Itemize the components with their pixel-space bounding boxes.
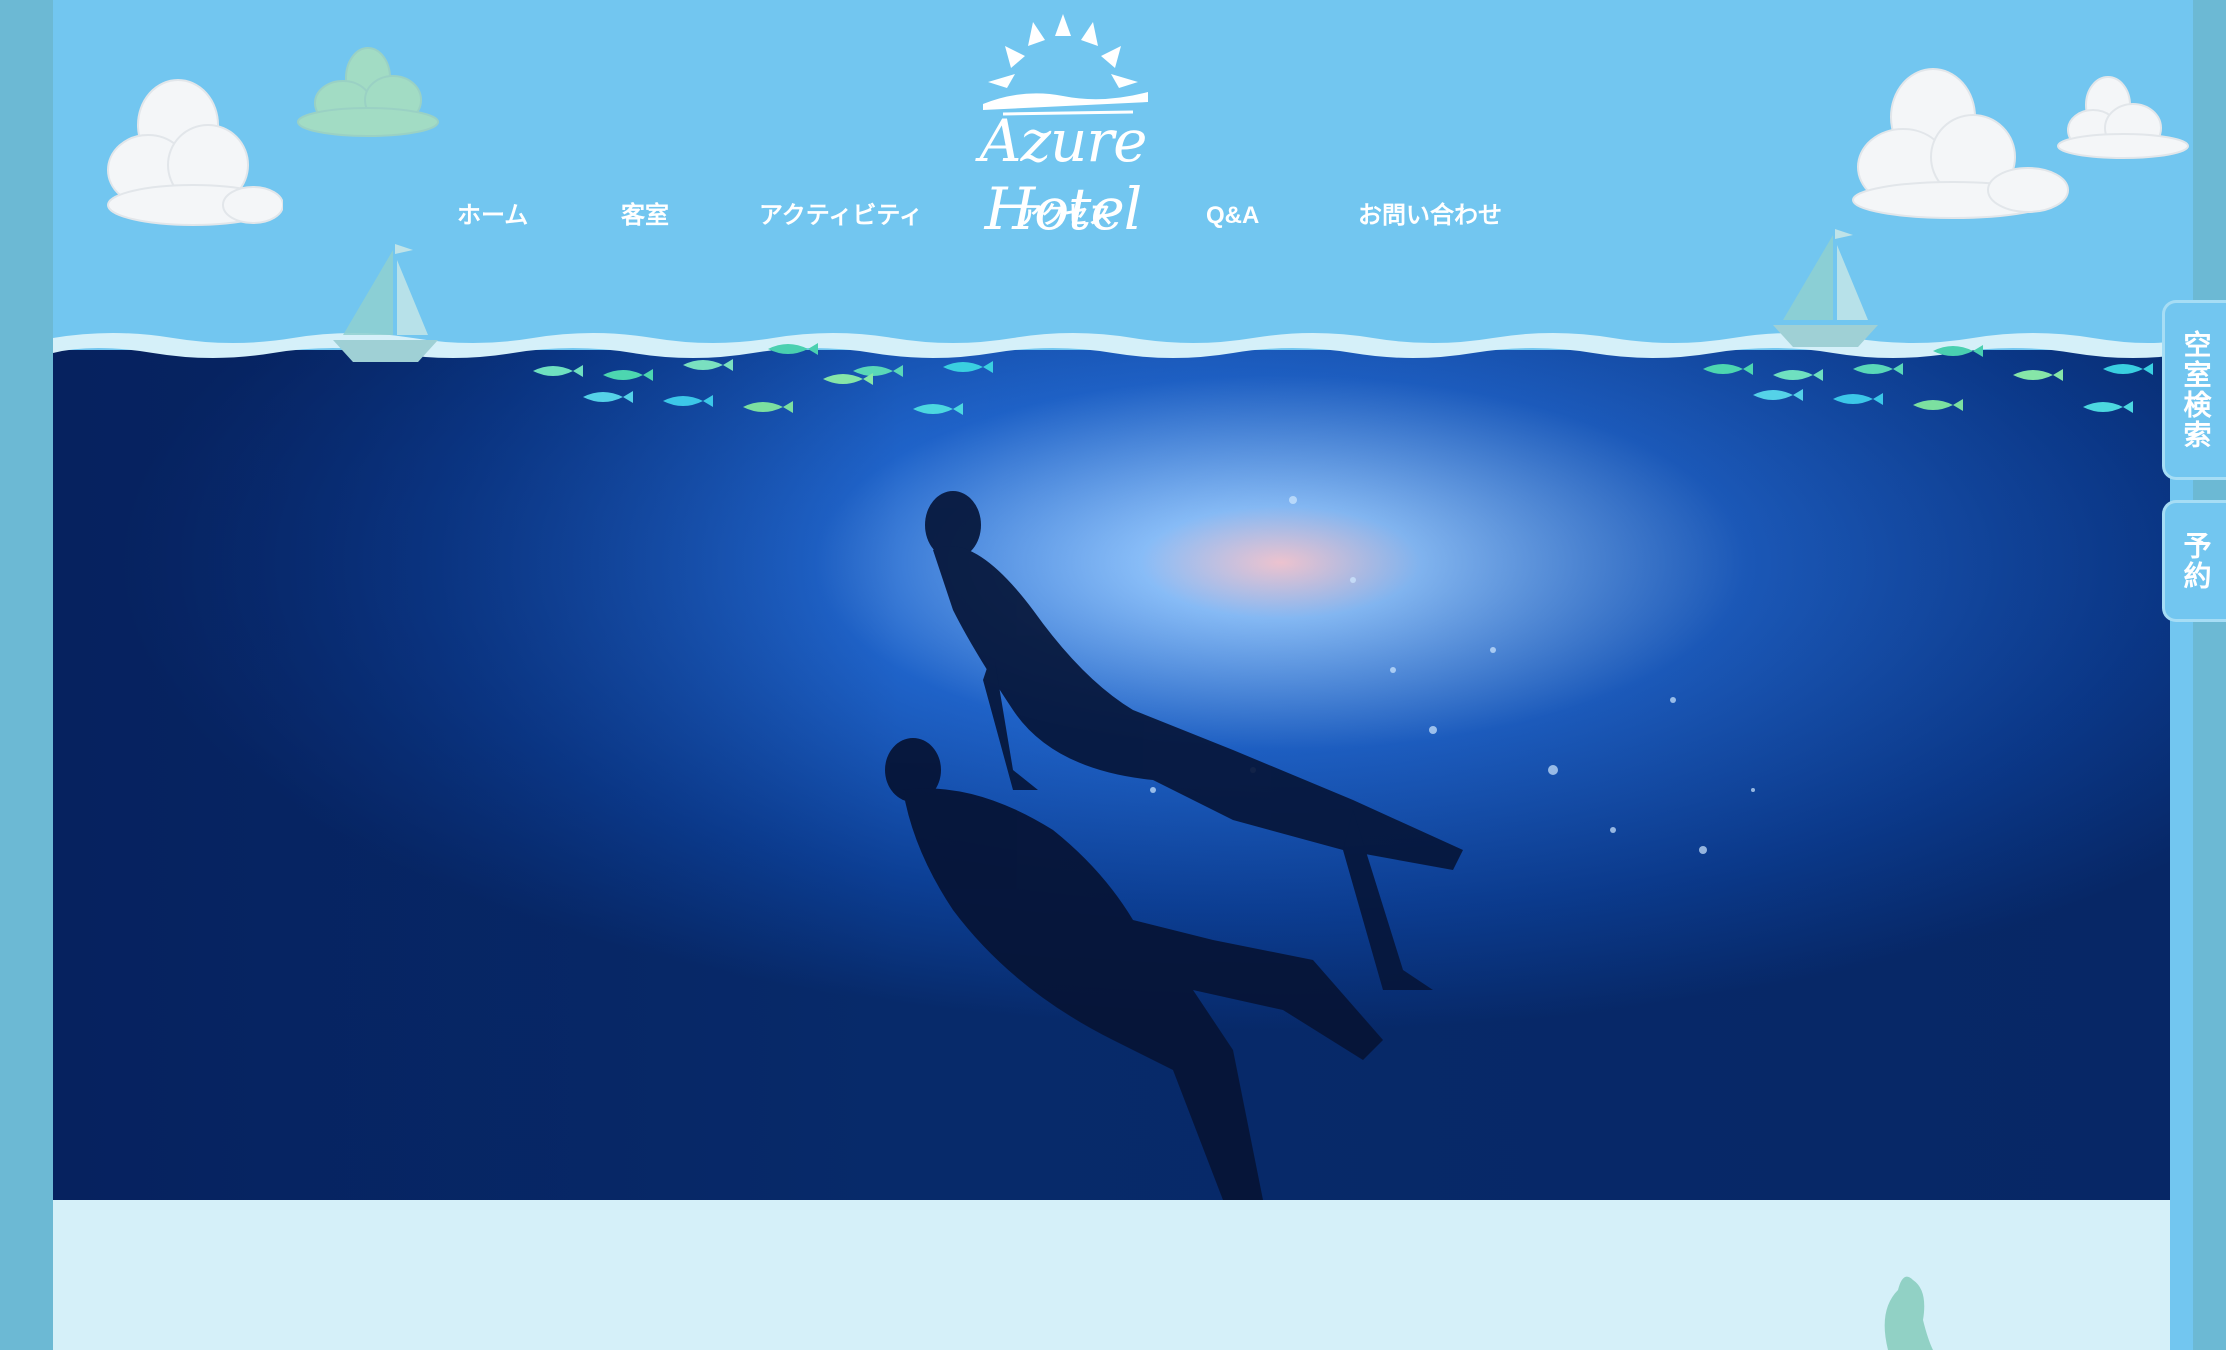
nav-rooms[interactable]: 客室 [621,196,669,236]
nav-access[interactable]: アクセス [1018,196,1113,236]
cloud-icon [297,47,439,137]
reservation-label: 予約 [2180,531,2212,591]
island-decoration-icon [1884,1276,1933,1350]
nav-qa[interactable]: Q&A [1206,196,1259,236]
hero-image [53,350,2170,1200]
nav-contact[interactable]: お問い合わせ [1358,196,1502,236]
logo[interactable]: Azure Hotel [933,12,1193,243]
cloud-icon [2057,76,2189,159]
reservation-tab[interactable]: 予約 [2162,500,2226,622]
vacancy-search-tab[interactable]: 空室検索 [2162,300,2226,480]
page: Azure Hotel ホーム 客室 アクティビティ アクセス Q&A お問い合… [53,0,2193,1350]
fish-school-icon [1703,345,2153,413]
nav-home[interactable]: ホーム [457,196,528,236]
vacancy-search-label: 空室検索 [2180,330,2212,450]
fish-school-icon [533,343,993,415]
sun-logo-icon [983,14,1148,116]
content-area [53,1200,2170,1350]
sailboat-icon [333,244,438,362]
right-frame [2193,0,2226,1350]
nav-activities[interactable]: アクティビティ [759,196,923,236]
